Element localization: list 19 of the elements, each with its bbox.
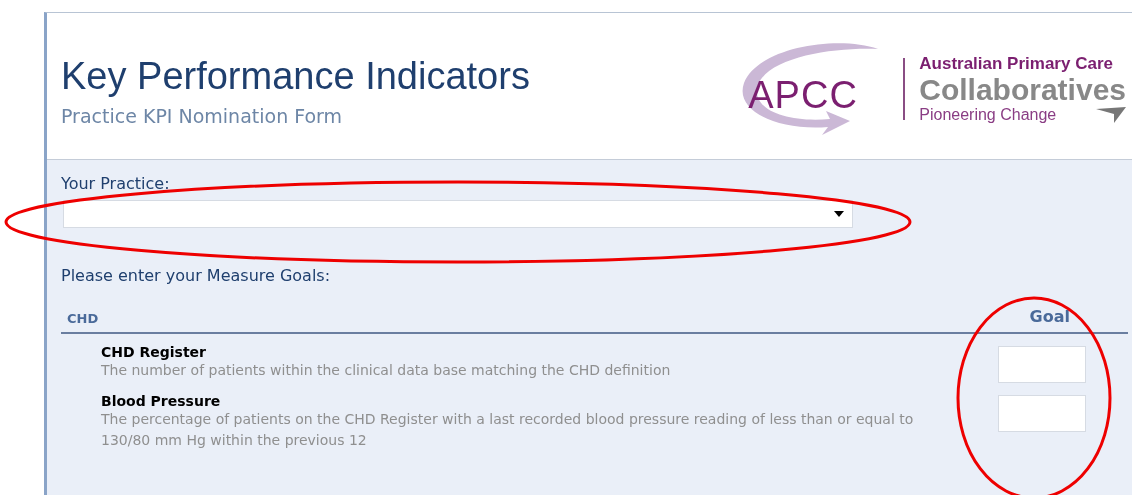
logo-tagline: Pioneering Change [919,106,1057,124]
section-heading: CHD [67,311,99,326]
page-subtitle: Practice KPI Nomination Form [61,105,344,127]
logo-mark: APCC [748,75,858,115]
caret-icon [834,211,844,217]
arrowhead-icon [1096,107,1126,123]
goal-input[interactable] [998,346,1086,383]
logo-name: Collaboratives [919,74,1126,106]
measure-name: CHD Register [101,344,207,360]
field-label: Your Practice: [61,174,171,194]
measure-description: The percentage of patients on the CHD Register with a last recorded blood pressure reading of less than or equal to 130/80 mm Hg within the previous 12 [101,410,915,450]
goal-input[interactable] [998,395,1086,432]
column-heading: Goal [1029,307,1070,326]
section-prompt: Please enter your Measure Goals: [61,266,332,285]
logo-name: Australian Primary Care [919,54,1114,74]
practice-dropdown[interactable] [63,200,853,228]
measure-description: The number of patients within the clinical data base matching the CHD definition [101,361,672,380]
measure-name: Blood Pressure [101,393,222,409]
page-title: Key Performance Indicators [61,54,530,99]
